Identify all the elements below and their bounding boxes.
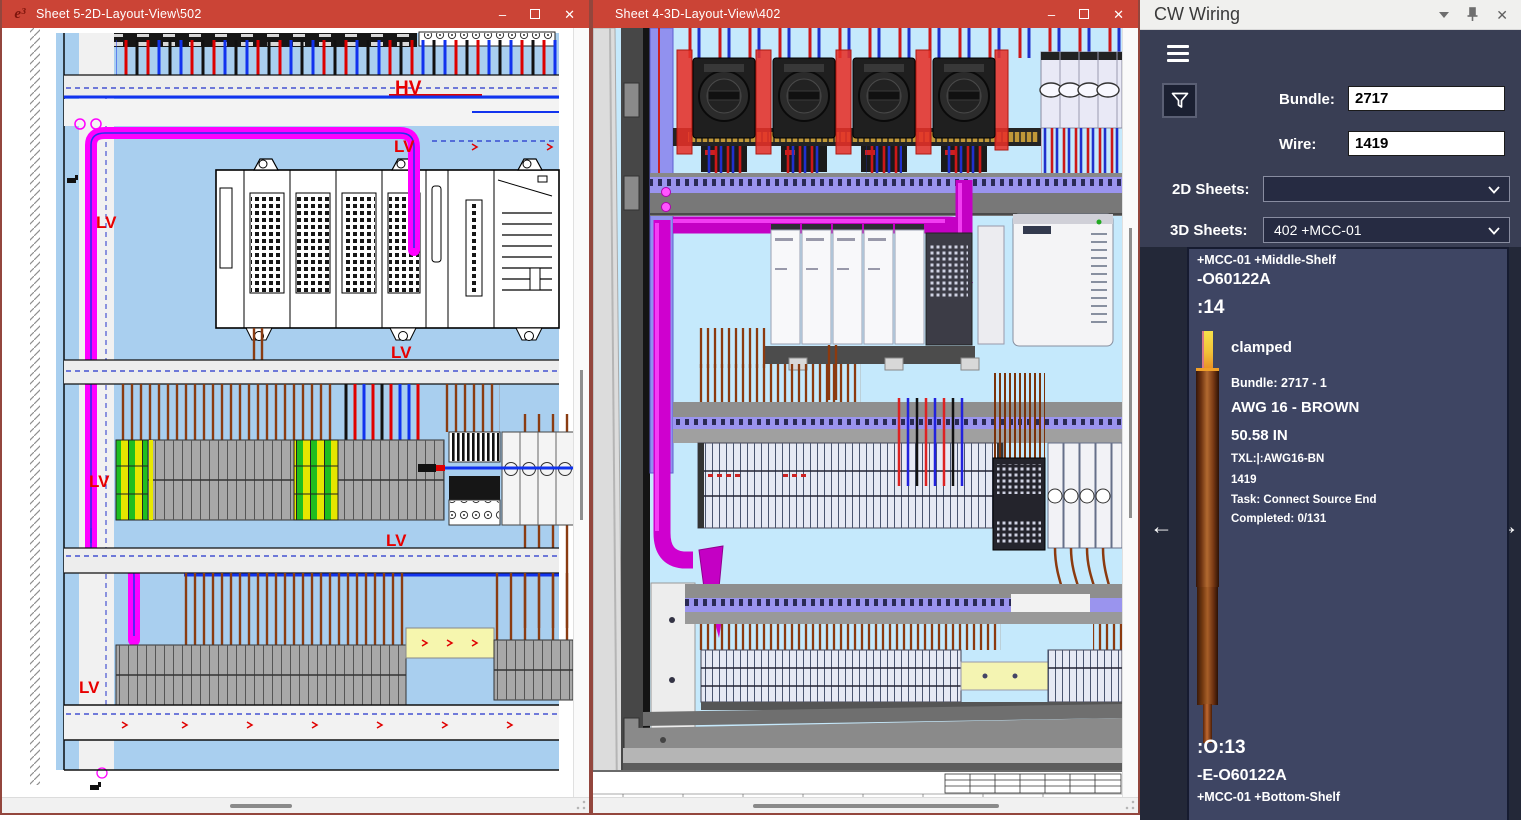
device-bottom: -E-O60122A [1197,767,1287,785]
horizontal-scroll-thumb-3d[interactable] [753,804,999,808]
window-title-3d: Sheet 4-3D-Layout-View\402 [615,7,1048,21]
close-button-3d[interactable]: ✕ [1113,8,1124,21]
application-stage: e³ Sheet 5-2D-Layout-View\502 – ✕ [0,0,1521,820]
bundle-label: Bundle: [1279,91,1335,108]
panel-title: CW Wiring [1154,4,1439,25]
sheets-2d-dropdown[interactable] [1263,176,1510,202]
funnel-icon [1171,92,1189,109]
wire-body-segment [1196,368,1219,587]
maximize-button-3d[interactable] [1079,9,1089,19]
drawing-3d-canvas[interactable] [593,28,1122,797]
window-2d-layout: e³ Sheet 5-2D-Layout-View\502 – ✕ [0,0,591,815]
wire-number: 1419 [1231,474,1257,486]
label-lv-6: LV [79,678,100,697]
wire-gauge-color: AWG 16 - BROWN [1231,399,1359,416]
label-lv-4: LV [89,472,110,491]
wire-task: Task: Connect Source End [1231,494,1376,506]
pin-icon[interactable] [1466,7,1479,22]
location-bottom: +MCC-01 +Bottom-Shelf [1197,790,1340,804]
window-3d-layout: Sheet 4-3D-Layout-View\402 – ✕ [591,0,1140,815]
chevron-down-icon [1488,227,1500,235]
horizontal-scrollbar-3d[interactable] [593,797,1138,813]
wire-detail-card: +MCC-01 +Middle-Shelf -O60122A :14 clamp… [1187,247,1509,820]
pin-bottom: :O:13 [1197,737,1246,759]
terminal-strip-middle [116,440,444,520]
pin-top: :14 [1197,297,1224,319]
maximize-button-2d[interactable] [530,9,540,19]
wire-length: 50.58 IN [1231,427,1288,444]
scene-3d [593,28,1122,797]
wire-detail-area: ← → +MCC-01 +Middle-Shelf -O60122A :14 c… [1140,247,1521,820]
hamburger-menu-icon[interactable] [1167,45,1189,66]
wire-status: clamped [1231,339,1292,356]
panel-menu-caret-icon[interactable] [1439,12,1449,18]
close-button-2d[interactable]: ✕ [564,8,575,21]
vertical-scrollbar-2d[interactable] [573,28,589,797]
label-lv-2: LV [96,213,117,232]
sheets-3d-label: 3D Sheets: [1170,222,1248,239]
filter-button[interactable] [1162,83,1197,118]
canvas-3d-container [593,28,1138,797]
bundle-info: Bundle: 2717 - 1 [1231,376,1327,390]
cw-wiring-panel: CW Wiring ✕ [1140,0,1521,820]
prev-wire-arrow[interactable]: ← [1150,513,1173,540]
location-top: +MCC-01 +Middle-Shelf [1197,253,1336,267]
sheets-3d-dropdown[interactable]: 402 +MCC-01 [1263,217,1510,243]
sheets-2d-label: 2D Sheets: [1172,181,1250,198]
wire-type: TXL:|:AWG16-BN [1231,453,1324,465]
drawing-2d-canvas[interactable]: HV [2,28,573,797]
window-title-2d: Sheet 5-2D-Layout-View\502 [36,7,499,21]
device-top: -O60122A [1197,271,1271,289]
app-logo-icon: e³ [10,4,30,24]
vertical-scroll-thumb-3d[interactable] [1129,228,1132,518]
sheet-2d: HV [2,28,573,797]
contactor-row [1040,52,1122,128]
minimize-button-2d[interactable]: – [499,8,506,21]
panel-header: CW Wiring ✕ [1140,0,1521,30]
wire-body2-segment [1197,587,1218,705]
wire-completed: Completed: 0/131 [1231,513,1326,525]
wire-label: Wire: [1279,136,1316,153]
wire-tip-segment [1202,331,1213,369]
sheets-3d-value: 402 +MCC-01 [1274,222,1362,238]
vertical-scrollbar-3d[interactable] [1122,28,1138,797]
resize-grip-2d[interactable] [576,800,586,810]
horizontal-scrollbar-2d[interactable] [2,797,589,813]
wire-graphic [1195,331,1225,743]
label-lv-5: LV [386,531,407,550]
wire-input[interactable] [1348,131,1505,156]
titlebar-2d[interactable]: e³ Sheet 5-2D-Layout-View\502 – ✕ [2,0,589,28]
vertical-scroll-thumb-2d[interactable] [580,370,583,520]
label-hv: HV [395,78,422,99]
plc-rack [216,159,559,341]
label-lv-3: LV [391,343,412,362]
label-lv-1: LV [394,137,415,156]
canvas-2d-container: HV [2,28,589,797]
resize-grip-3d[interactable] [1125,800,1135,810]
panel-body: Bundle: Wire: 2D Sheets: 3D Sheets: 402 … [1140,30,1521,820]
minimize-button-3d[interactable]: – [1048,8,1055,21]
horizontal-scroll-thumb-2d[interactable] [230,804,292,808]
panel-close-icon[interactable]: ✕ [1496,8,1508,22]
titlebar-3d[interactable]: Sheet 4-3D-Layout-View\402 – ✕ [593,0,1138,28]
bundle-input[interactable] [1348,86,1505,111]
chevron-down-icon [1488,186,1500,194]
